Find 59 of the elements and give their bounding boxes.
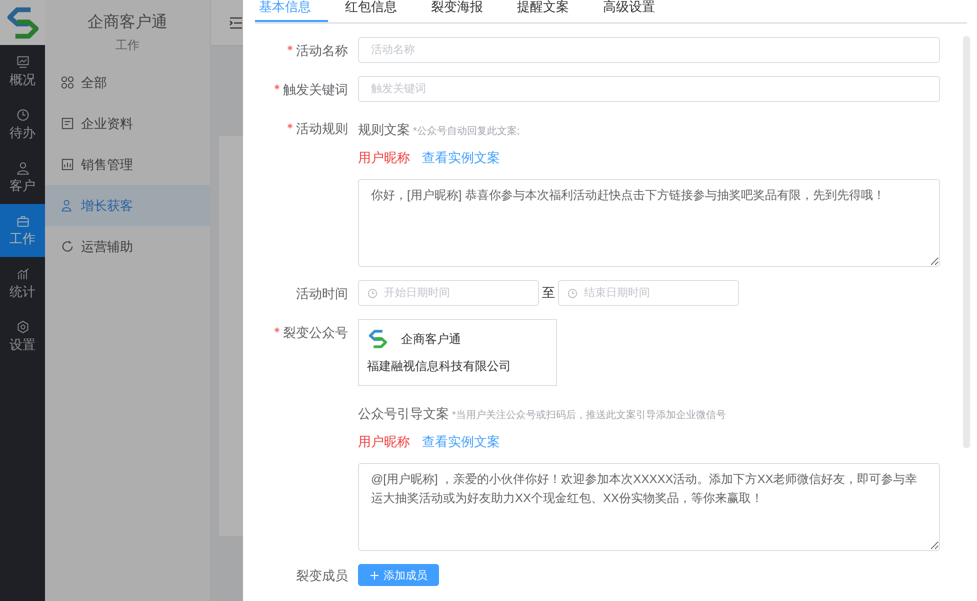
submenu-item[interactable]: 增长获客	[45, 185, 210, 226]
tab[interactable]: 基本信息	[255, 0, 328, 22]
chart-icon	[61, 158, 74, 171]
account-name: 企商客户通	[401, 330, 461, 348]
hint-text: *当用户关注公众号或扫码后，推送此文案引导添加企业微信号	[452, 408, 726, 422]
clock-icon	[367, 288, 378, 299]
tab[interactable]: 裂变海报	[414, 0, 500, 22]
field-label: 触发关键词	[283, 81, 348, 99]
briefcase-icon	[16, 214, 30, 228]
text-area[interactable]: @[用户昵称] ，亲爱的小伙伴你好！欢迎参加本次XXXXX活动。添加下方XX老师微信好友，即可参与幸运大抽奖活动或为好友助力XX个现金红包、XX份实物奖品，等你来赢取！	[358, 463, 940, 551]
field-label: 活动时间	[296, 285, 348, 303]
hint-text: *公众号自动回复此文案;	[413, 124, 520, 138]
monitor-icon	[16, 54, 30, 68]
example-link[interactable]: 查看实例文案	[422, 149, 500, 167]
submenu-item[interactable]: 全部	[45, 62, 210, 103]
nav-item[interactable]: 统计	[0, 257, 45, 310]
copy-title: 公众号引导文案	[358, 405, 449, 423]
document-icon	[61, 117, 74, 130]
text-area[interactable]: 你好，[用户昵称] 恭喜你参与本次福利活动赶快点击下方链接参与抽奖吧奖品有限，先到先得哦！	[358, 179, 940, 267]
nav-item[interactable]: 概况	[0, 45, 45, 98]
app-name: 企商客户通	[86, 12, 168, 33]
section-title: 工作	[114, 37, 140, 54]
person-icon	[61, 199, 74, 212]
insert-tag-link[interactable]: 用户昵称	[358, 433, 410, 451]
tab[interactable]: 红包信息	[328, 0, 414, 22]
copy-title: 规则文案	[358, 121, 410, 139]
input-field[interactable]: 活动名称	[358, 37, 940, 63]
chart-icon	[16, 266, 30, 280]
settings-icon	[16, 320, 30, 334]
refresh-icon	[61, 240, 74, 253]
range-separator: 至	[542, 284, 555, 302]
field-label: 活动规则	[296, 120, 348, 138]
clock-icon	[16, 108, 30, 122]
tab[interactable]: 提醒文案	[500, 0, 586, 22]
submenu-item[interactable]: 运营辅助	[45, 226, 210, 267]
date-field[interactable]: 结束日期时间	[558, 280, 739, 306]
input-field[interactable]: 触发关键词	[358, 76, 940, 102]
insert-tag-link[interactable]: 用户昵称	[358, 149, 410, 167]
field-label: 裂变公众号	[283, 324, 348, 342]
date-field[interactable]: 开始日期时间	[358, 280, 539, 306]
submenu-item[interactable]: 企业资料	[45, 103, 210, 144]
nav-item[interactable]: 客户	[0, 151, 45, 204]
submenu-item[interactable]: 销售管理	[45, 144, 210, 185]
nav-item[interactable]: 设置	[0, 310, 45, 363]
grid-icon	[61, 76, 74, 89]
tab[interactable]: 高级设置	[586, 0, 672, 22]
person-icon	[16, 160, 30, 174]
add-member-button[interactable]: 添加成员	[358, 564, 439, 586]
company-name: 福建融视信息科技有限公司	[367, 358, 512, 375]
account-card[interactable]: 企商客户通 福建融视信息科技有限公司	[358, 319, 557, 386]
clock-icon	[567, 288, 578, 299]
nav-item[interactable]: 工作	[0, 204, 45, 257]
plus-icon	[370, 570, 378, 580]
logo-icon	[367, 328, 389, 350]
menu-icon[interactable]	[229, 16, 243, 28]
field-label: 活动名称	[296, 42, 348, 60]
nav-item[interactable]: 待办	[0, 98, 45, 151]
example-link[interactable]: 查看实例文案	[422, 433, 500, 451]
field-label: 裂变成员	[296, 567, 348, 585]
